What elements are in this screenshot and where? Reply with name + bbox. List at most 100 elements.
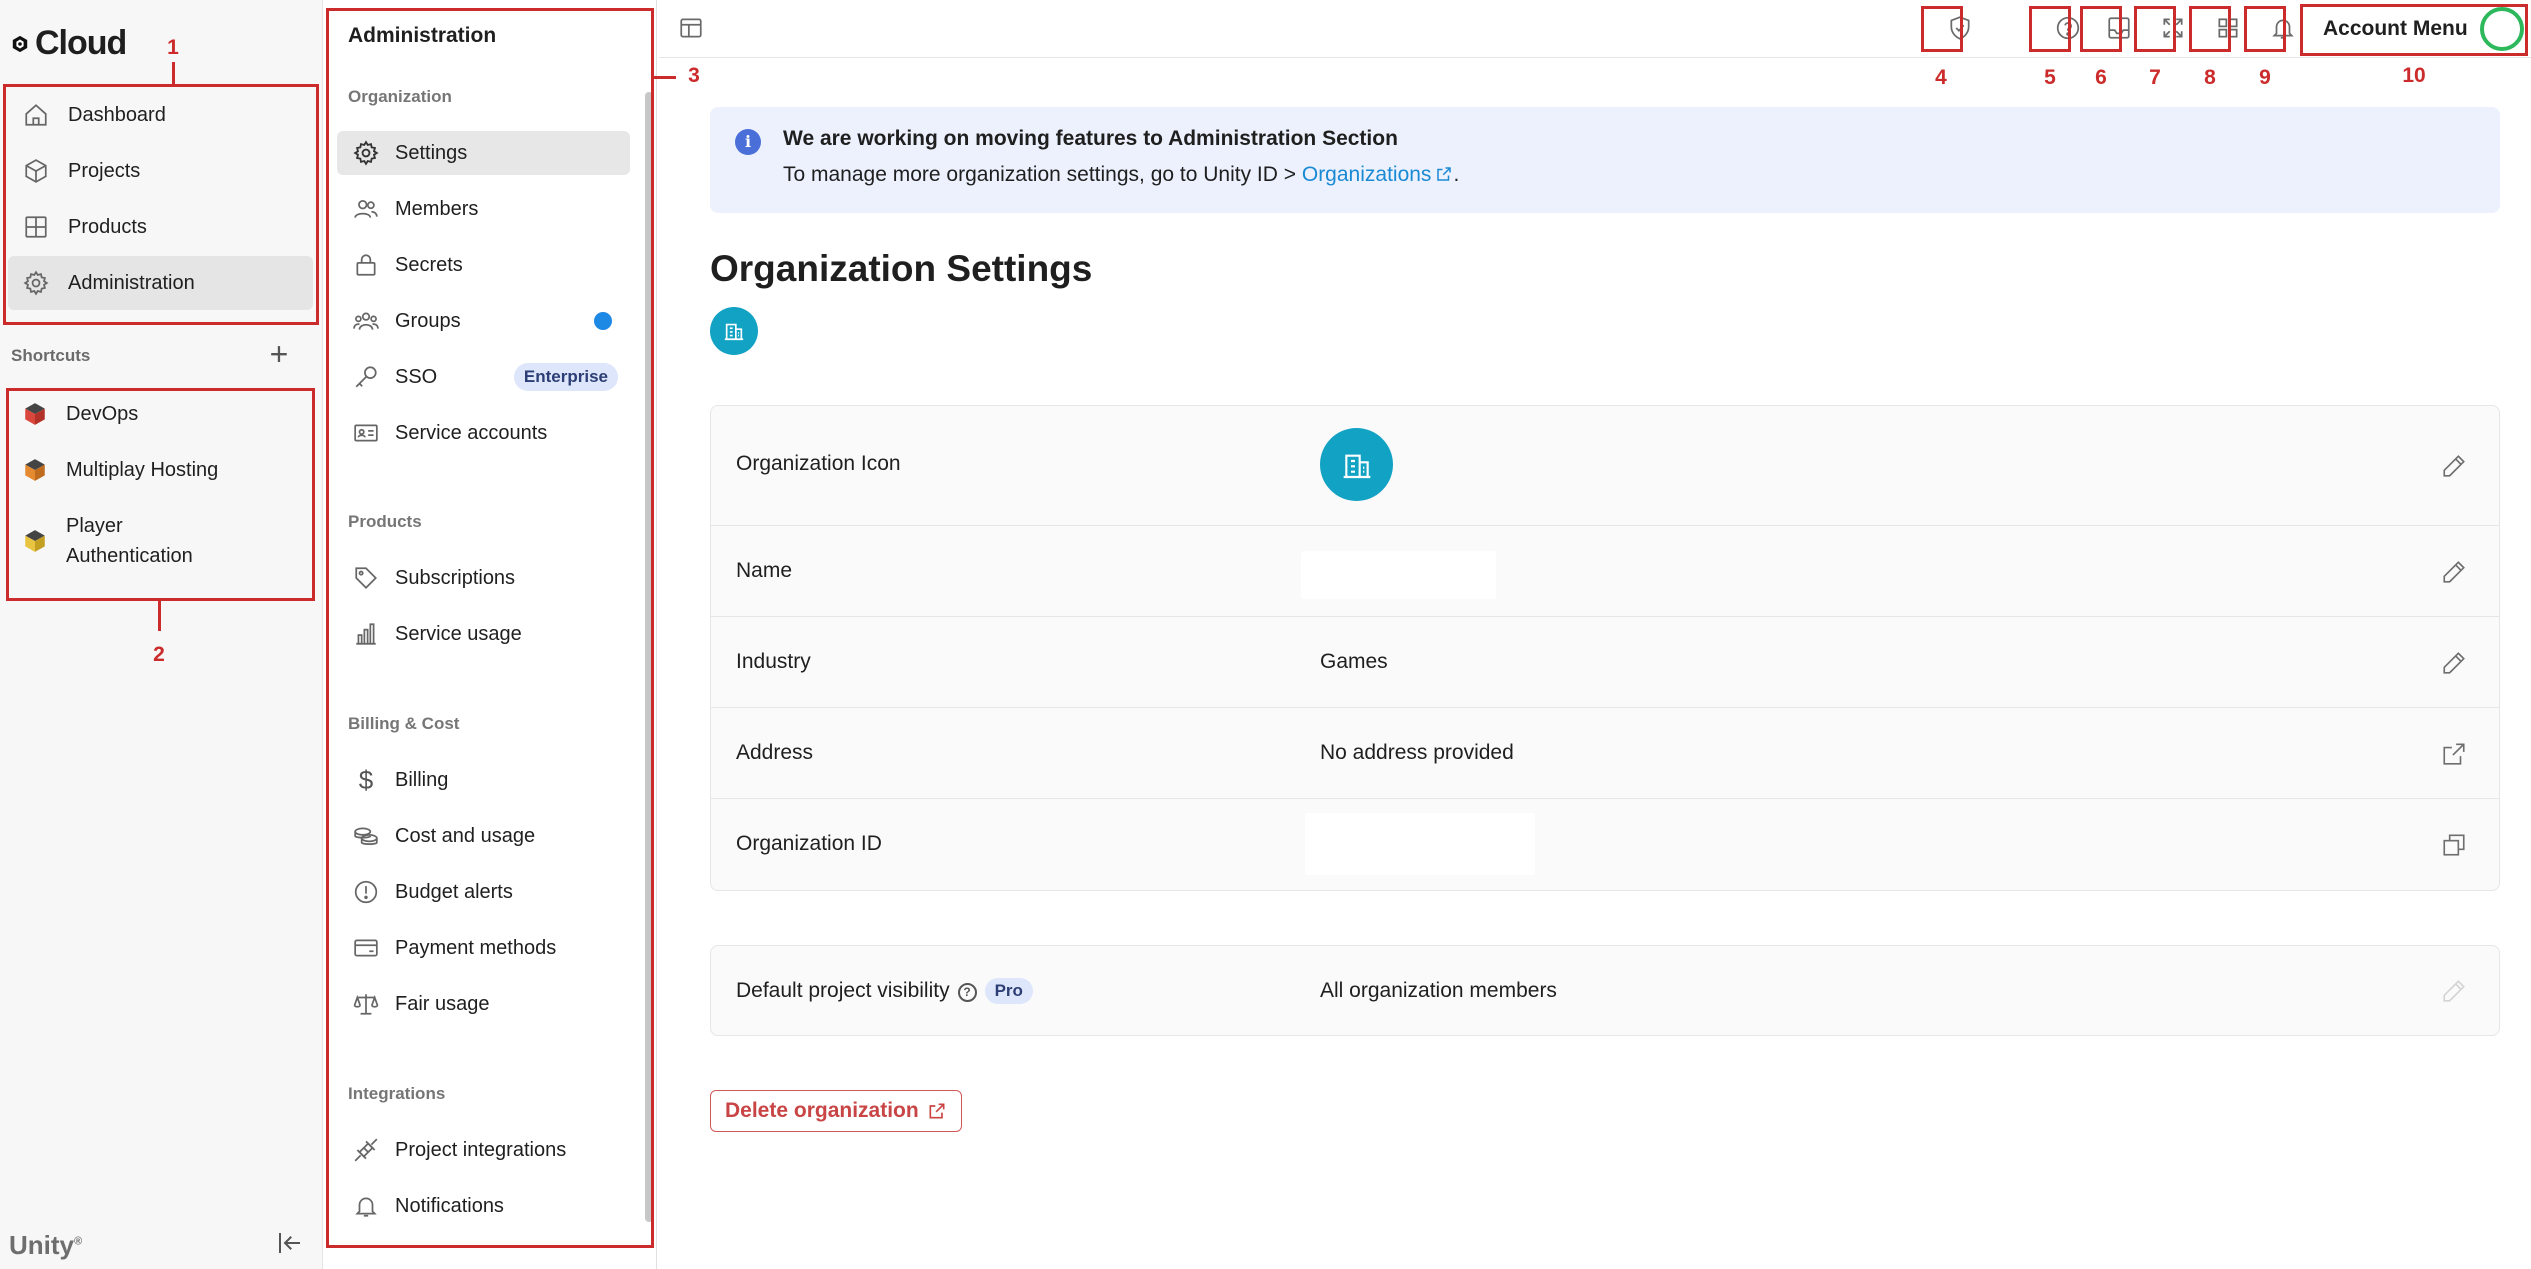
admin-item-label: Groups	[395, 309, 461, 332]
add-shortcut-button[interactable]: +	[265, 338, 293, 370]
inbox-icon	[2108, 17, 2130, 39]
admin-item-label: Service usage	[395, 622, 522, 645]
admin-item-subscriptions[interactable]: Subscriptions	[337, 556, 630, 600]
nav-label: Dashboard	[68, 103, 166, 126]
row-organization-icon: Organization Icon	[711, 406, 2499, 526]
nav-label: Projects	[68, 159, 141, 182]
edit-icon-button[interactable]	[2439, 451, 2469, 481]
scale-icon	[353, 991, 379, 1017]
notifications-button[interactable]	[2265, 10, 2301, 46]
cube-icon	[22, 157, 50, 185]
row-label: Industry	[736, 650, 811, 673]
admin-item-payment-methods[interactable]: Payment methods	[337, 926, 630, 970]
key-icon	[353, 364, 379, 390]
admin-item-project-integrations[interactable]: Project integrations	[337, 1128, 630, 1172]
admin-item-sso[interactable]: SSO Enterprise	[337, 355, 630, 399]
fullscreen-button[interactable]	[2155, 10, 2191, 46]
multiplay-cube-icon	[25, 459, 45, 481]
avatar	[2479, 7, 2524, 51]
grid-icon	[22, 213, 50, 241]
row-label: Name	[736, 559, 793, 582]
name-value-redacted	[1301, 551, 1496, 599]
admin-item-service-usage[interactable]: Service usage	[337, 612, 630, 656]
section-title-organization: Organization	[348, 87, 452, 106]
admin-item-settings[interactable]: Settings	[337, 131, 630, 175]
dollar-icon: $	[358, 764, 374, 795]
nav-item-products[interactable]: Products	[8, 200, 313, 254]
main-nav-list: Dashboard Projects Products Administrati…	[8, 86, 313, 312]
page-title: Organization Settings	[710, 248, 1093, 289]
inbox-button[interactable]	[2101, 10, 2137, 46]
admin-item-service-accounts[interactable]: Service accounts	[337, 411, 630, 455]
shortcut-label: Multiplay Hosting	[66, 459, 219, 481]
annotation-number-3: 3	[688, 64, 700, 87]
admin-item-label: Billing	[395, 768, 449, 791]
annotation-number-7: 7	[2149, 66, 2161, 89]
admin-item-label: Service accounts	[395, 421, 548, 444]
help-circle-icon[interactable]: ?	[957, 983, 977, 1002]
row-organization-id: Organization ID	[711, 799, 2499, 890]
account-menu-button[interactable]: Account Menu	[2323, 6, 2524, 52]
external-link-icon	[1437, 167, 1452, 181]
open-address-button[interactable]	[2439, 739, 2469, 769]
player-auth-cube-icon	[25, 530, 45, 552]
visibility-value: All organization members	[1320, 979, 1557, 1002]
row-industry: Industry Games	[711, 617, 2499, 708]
admin-item-budget-alerts[interactable]: Budget alerts	[337, 870, 630, 914]
shortcut-devops[interactable]: DevOps	[8, 397, 313, 431]
collapse-sidebar-button[interactable]	[275, 1228, 305, 1258]
section-title-integrations: Integrations	[348, 1084, 446, 1103]
shortcuts-list: DevOps Multiplay Hosting Player Authenti…	[8, 397, 313, 573]
shortcut-player-authentication[interactable]: Player Authentication	[8, 509, 313, 573]
layout-toggle-button[interactable]	[673, 10, 709, 46]
copy-icon	[2443, 834, 2465, 856]
help-button[interactable]	[2050, 10, 2086, 46]
annotation-number-10: 10	[2402, 64, 2426, 87]
info-banner: i We are working on moving features to A…	[710, 107, 2500, 213]
organization-details-card: Organization Icon Name Industry Games Ad…	[710, 405, 2500, 891]
apps-button[interactable]	[2210, 10, 2246, 46]
pencil-icon	[2443, 652, 2465, 674]
organizations-link[interactable]: Organizations	[1302, 163, 1454, 186]
admin-item-cost-and-usage[interactable]: Cost and usage	[337, 814, 630, 858]
security-shield-button[interactable]	[1942, 10, 1978, 46]
admin-item-notifications[interactable]: Notifications	[337, 1184, 630, 1228]
admin-item-secrets[interactable]: Secrets	[337, 243, 630, 287]
gear-icon	[353, 140, 379, 166]
admin-item-fair-usage[interactable]: Fair usage	[337, 982, 630, 1026]
nav-item-projects[interactable]: Projects	[8, 144, 313, 198]
nav-item-dashboard[interactable]: Dashboard	[8, 88, 313, 142]
top-bar: Account Menu	[659, 0, 2531, 58]
admin-item-label: Secrets	[395, 253, 463, 276]
pro-badge: Pro	[984, 978, 1033, 1004]
annotation-number-8: 8	[2204, 66, 2216, 89]
organization-id-redacted	[1305, 813, 1535, 875]
admin-item-label: Payment methods	[395, 936, 557, 959]
annotation-number-5: 5	[2044, 66, 2056, 89]
admin-item-billing[interactable]: $ Billing	[337, 758, 630, 802]
bell-icon	[353, 1193, 379, 1219]
admin-item-label: Members	[395, 197, 479, 220]
admin-panel-scrollbar[interactable]	[645, 92, 653, 1222]
devops-cube-icon	[25, 403, 45, 425]
help-circle-icon	[2056, 16, 2080, 40]
building-icon	[724, 323, 744, 341]
admin-item-members[interactable]: Members	[337, 187, 630, 231]
brand-logo[interactable]: Cloud	[11, 24, 127, 63]
nav-item-administration[interactable]: Administration	[8, 256, 313, 310]
pencil-icon	[2443, 561, 2465, 583]
copy-organization-id-button[interactable]	[2439, 830, 2469, 860]
row-label: Organization Icon	[736, 452, 901, 475]
edit-name-button[interactable]	[2439, 557, 2469, 587]
admin-item-label: Cost and usage	[395, 824, 536, 847]
edit-industry-button[interactable]	[2439, 648, 2469, 678]
delete-organization-button[interactable]: Delete organization	[710, 1090, 962, 1132]
brand-logo-text: Cloud	[35, 24, 127, 62]
address-value: No address provided	[1320, 741, 1514, 764]
admin-item-groups[interactable]: Groups	[337, 299, 630, 343]
admin-item-label: Fair usage	[395, 992, 490, 1015]
collapse-left-icon	[279, 1233, 300, 1253]
organization-icon	[1320, 428, 1393, 501]
shortcut-multiplay-hosting[interactable]: Multiplay Hosting	[8, 453, 313, 487]
groups-icon	[353, 308, 379, 334]
